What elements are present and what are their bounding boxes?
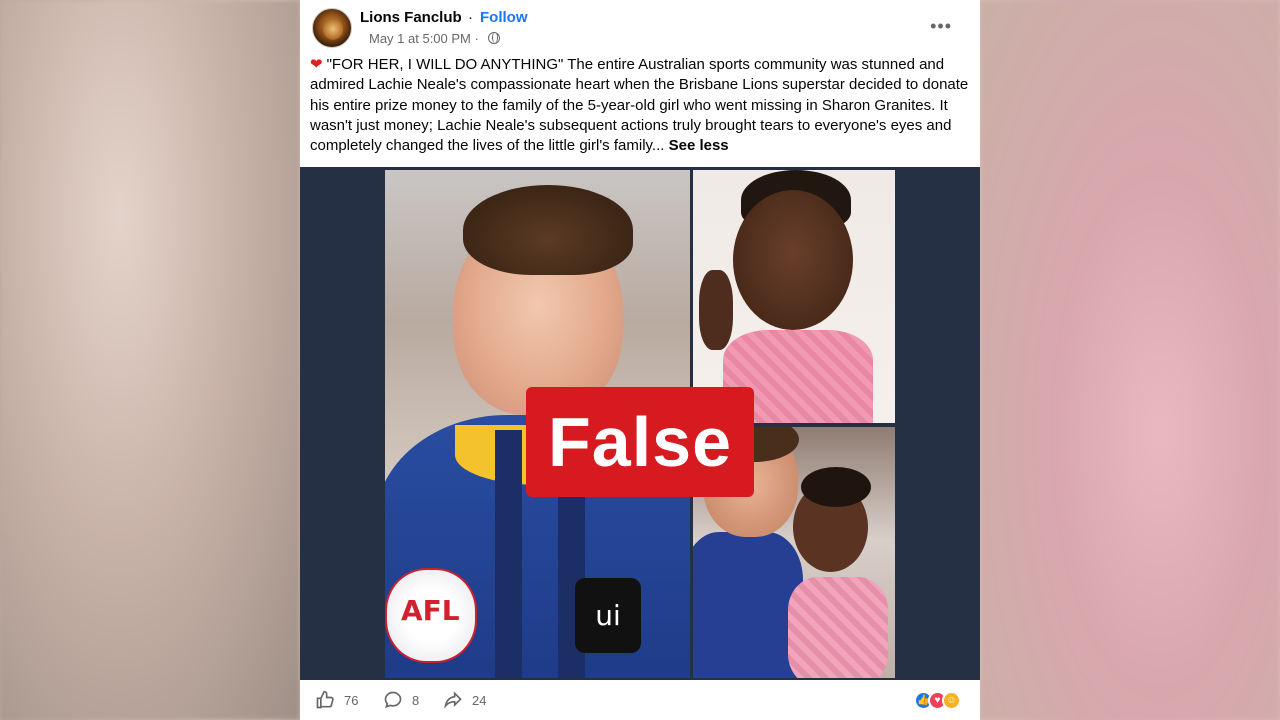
afl-grand-final-badge: AFL	[385, 568, 477, 663]
blurred-background-right	[980, 0, 1280, 720]
globe-icon	[488, 32, 500, 44]
post-actions: 76 8 24 👍 ♥ ☺	[300, 682, 980, 720]
see-less-button[interactable]: See less	[669, 137, 729, 154]
girl-face	[733, 190, 853, 330]
peace-sign-hand	[699, 270, 733, 350]
player-hair	[463, 185, 633, 275]
page-avatar[interactable]	[312, 8, 352, 48]
post-media[interactable]: AFL ui False	[300, 167, 980, 680]
blurred-background-left	[0, 0, 300, 720]
lion-logo-icon	[323, 18, 343, 40]
badge-text: AFL	[401, 594, 460, 627]
post-timestamp[interactable]: May 1 at 5:00 PM ·	[369, 31, 479, 46]
hug-girl-dress	[788, 577, 888, 678]
like-button[interactable]: 76	[314, 689, 358, 711]
like-count: 76	[344, 692, 359, 708]
post-header: Lions Fanclub · Follow May 1 at 5:00 PM …	[310, 6, 970, 50]
share-count: 24	[472, 692, 487, 708]
sponsor-logo: ui	[575, 578, 641, 653]
reaction-summary[interactable]: 👍 ♥ ☺	[914, 691, 968, 711]
hug-player-jersey	[693, 532, 803, 678]
thumbs-up-icon	[314, 689, 336, 711]
post-caption: ❤ "FOR HER, I WILL DO ANYTHING" The entir…	[310, 55, 970, 156]
care-reaction-icon: ☺	[942, 691, 961, 710]
girl-photo[interactable]	[693, 170, 895, 423]
follow-button[interactable]: Follow	[480, 9, 528, 26]
share-button[interactable]: 24	[442, 689, 486, 711]
comment-icon	[382, 689, 404, 711]
facebook-post: Lions Fanclub · Follow May 1 at 5:00 PM …	[300, 0, 980, 720]
false-rating-label: False	[526, 387, 754, 497]
more-icon[interactable]: •••	[930, 16, 952, 37]
caption-text: "FOR HER, I WILL DO ANYTHING" The entire…	[310, 56, 969, 155]
share-icon	[442, 689, 464, 711]
hug-girl-hair	[801, 467, 871, 507]
heart-icon: ❤	[310, 56, 323, 73]
name-separator: ·	[468, 9, 473, 26]
comment-button[interactable]: 8	[382, 689, 419, 711]
page-name[interactable]: Lions Fanclub	[360, 9, 462, 26]
comment-count: 8	[412, 692, 420, 708]
